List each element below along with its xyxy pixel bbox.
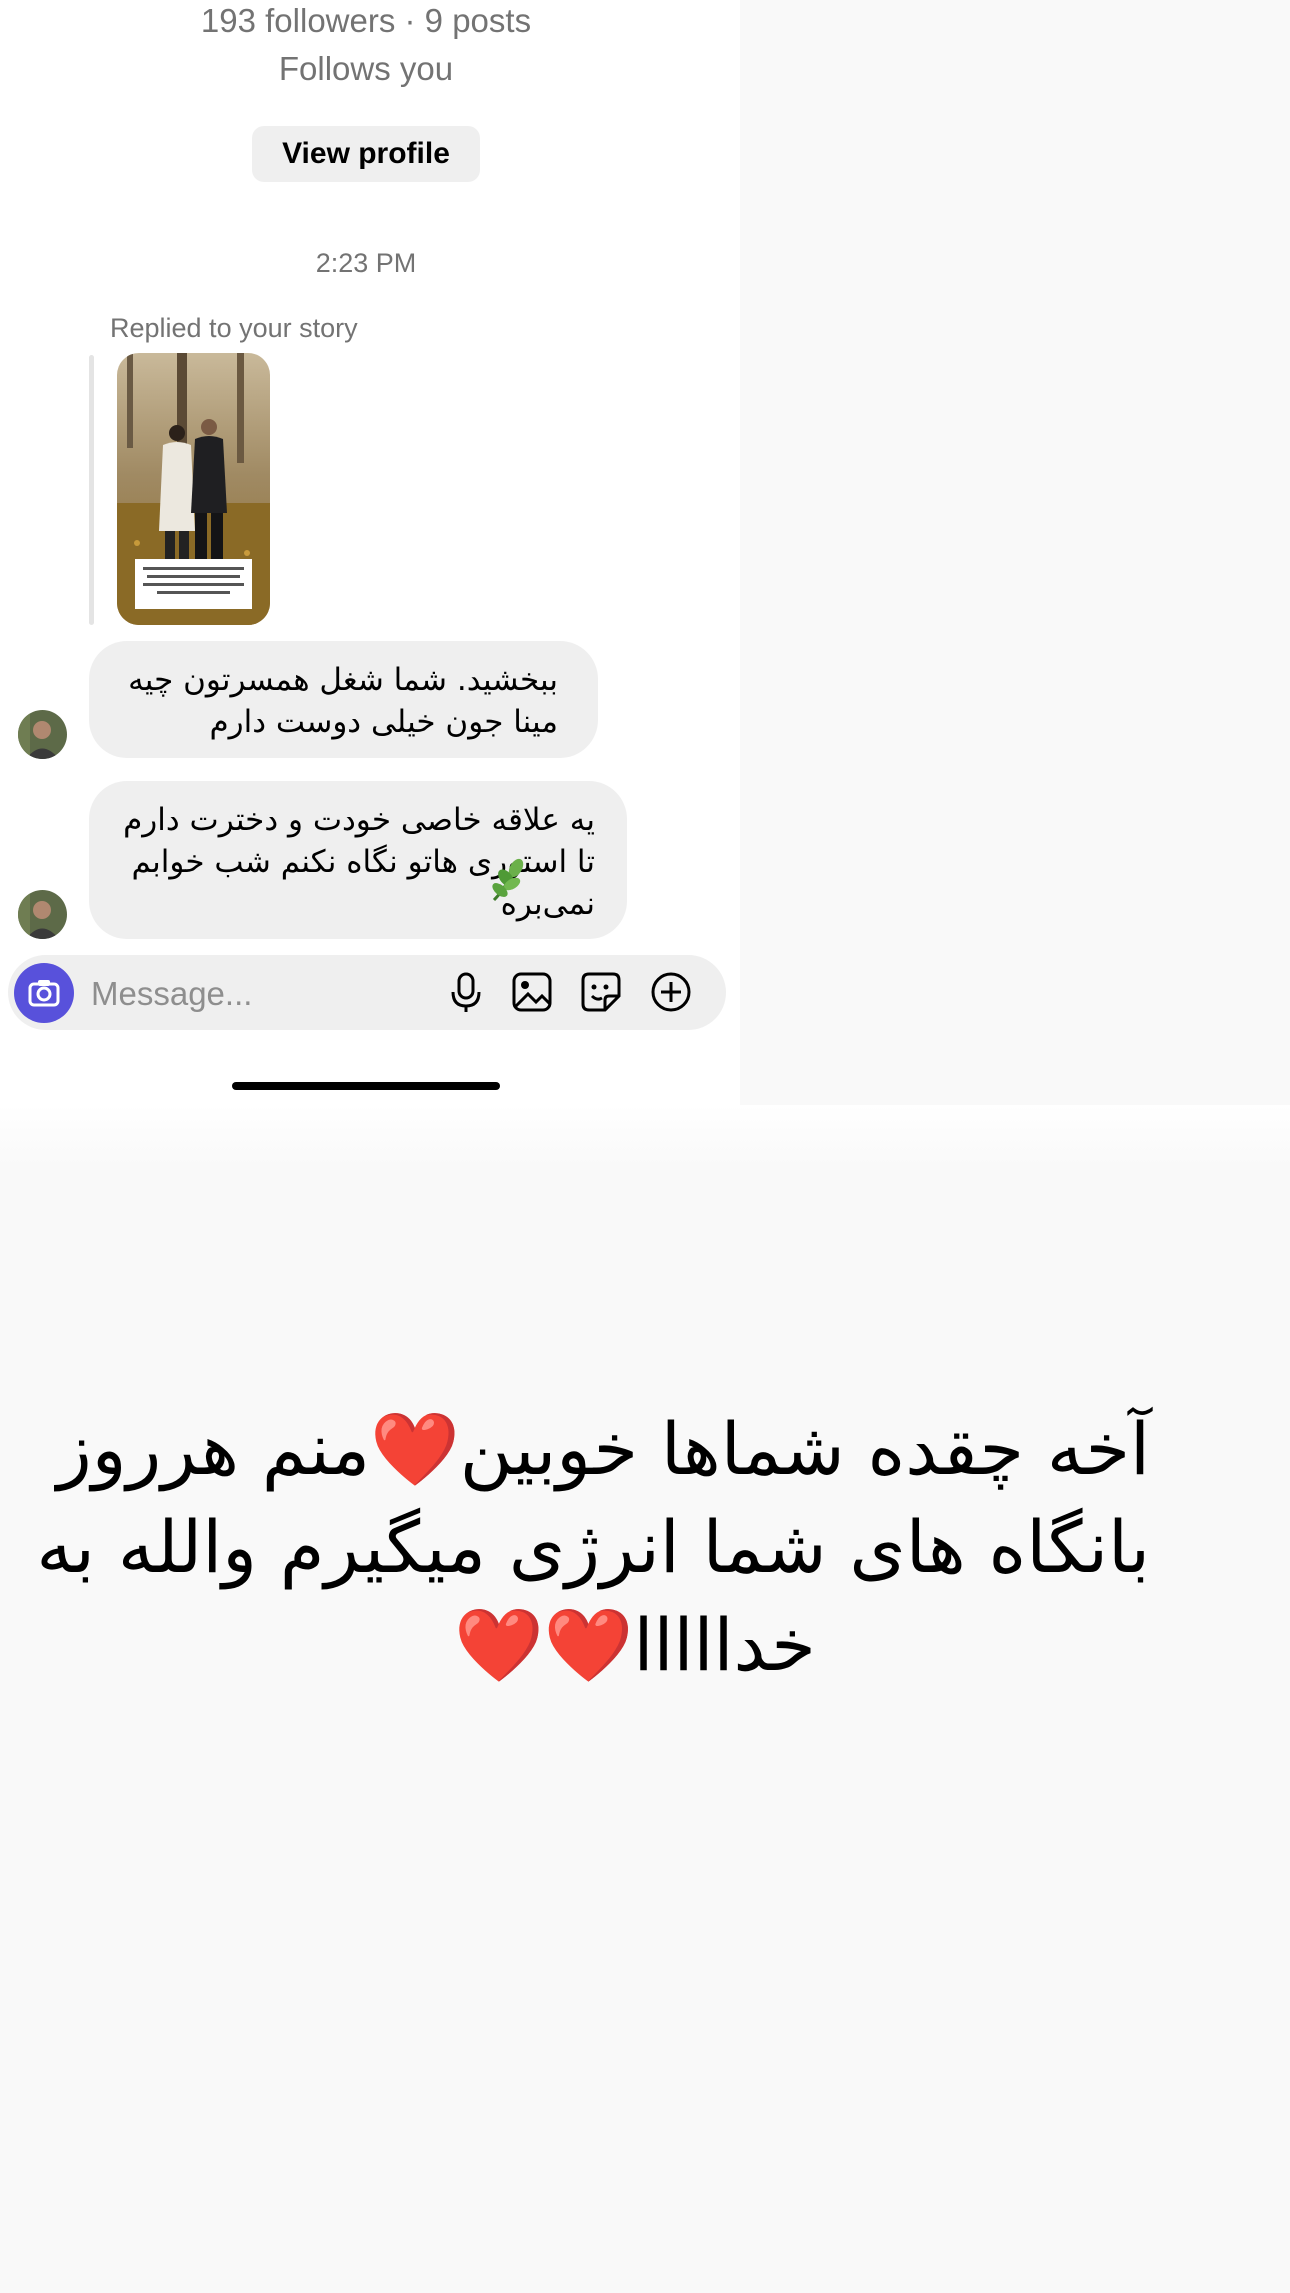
message-input[interactable] [89, 968, 423, 1020]
message-bubble[interactable]: ببخشید. شما شغل همسرتون چیه مینا جون خیل… [89, 641, 598, 758]
follows-you-label: Follows you [278, 50, 454, 87]
overlay-line: بانگاه های شما انرژی میگیرم والله به [36, 1505, 1150, 1589]
view-profile-button[interactable]: View profile [252, 126, 480, 182]
camera-button[interactable] [14, 963, 74, 1023]
story-reply-label: Replied to your story [110, 313, 358, 343]
message-bubble[interactable]: یه علاقه خاصی خودت و دخترت دارم تا استور… [89, 781, 627, 939]
story-overlay-text: آخه چقده شماها خوبین❤️منم هرروز بانگاه ه… [36, 1400, 1150, 1694]
story-thumbnail[interactable] [117, 353, 270, 625]
story-photo [117, 353, 270, 625]
avatar-image [18, 890, 67, 939]
home-indicator [232, 1082, 500, 1090]
sender-avatar[interactable] [18, 890, 67, 939]
microphone-icon[interactable] [440, 966, 492, 1018]
herb-emoji-icon [492, 858, 524, 902]
add-icon[interactable] [645, 966, 697, 1018]
gallery-icon[interactable] [506, 966, 558, 1018]
message-line: ببخشید. شما شغل همسرتون چیه [128, 662, 558, 698]
overlay-line: خدااااا❤️❤️ [454, 1603, 816, 1687]
sender-avatar[interactable] [18, 710, 67, 759]
message-line: مینا جون خیلی دوست دارم [209, 704, 558, 740]
overlay-line: آخه چقده شماها خوبین❤️منم هرروز [56, 1407, 1150, 1491]
avatar-image [18, 710, 67, 759]
dm-screenshot: 193 followers · 9 posts Follows you View… [0, 0, 740, 1105]
panel-fade [0, 1105, 1290, 1165]
story-quote-bar [89, 355, 94, 625]
profile-stats: 193 followers · 9 posts [200, 2, 532, 39]
message-line: یه علاقه خاصی خودت و دخترت دارم [123, 802, 595, 838]
sticker-icon[interactable] [575, 966, 627, 1018]
camera-icon [28, 980, 60, 1007]
message-timestamp: 2:23 PM [315, 248, 417, 278]
